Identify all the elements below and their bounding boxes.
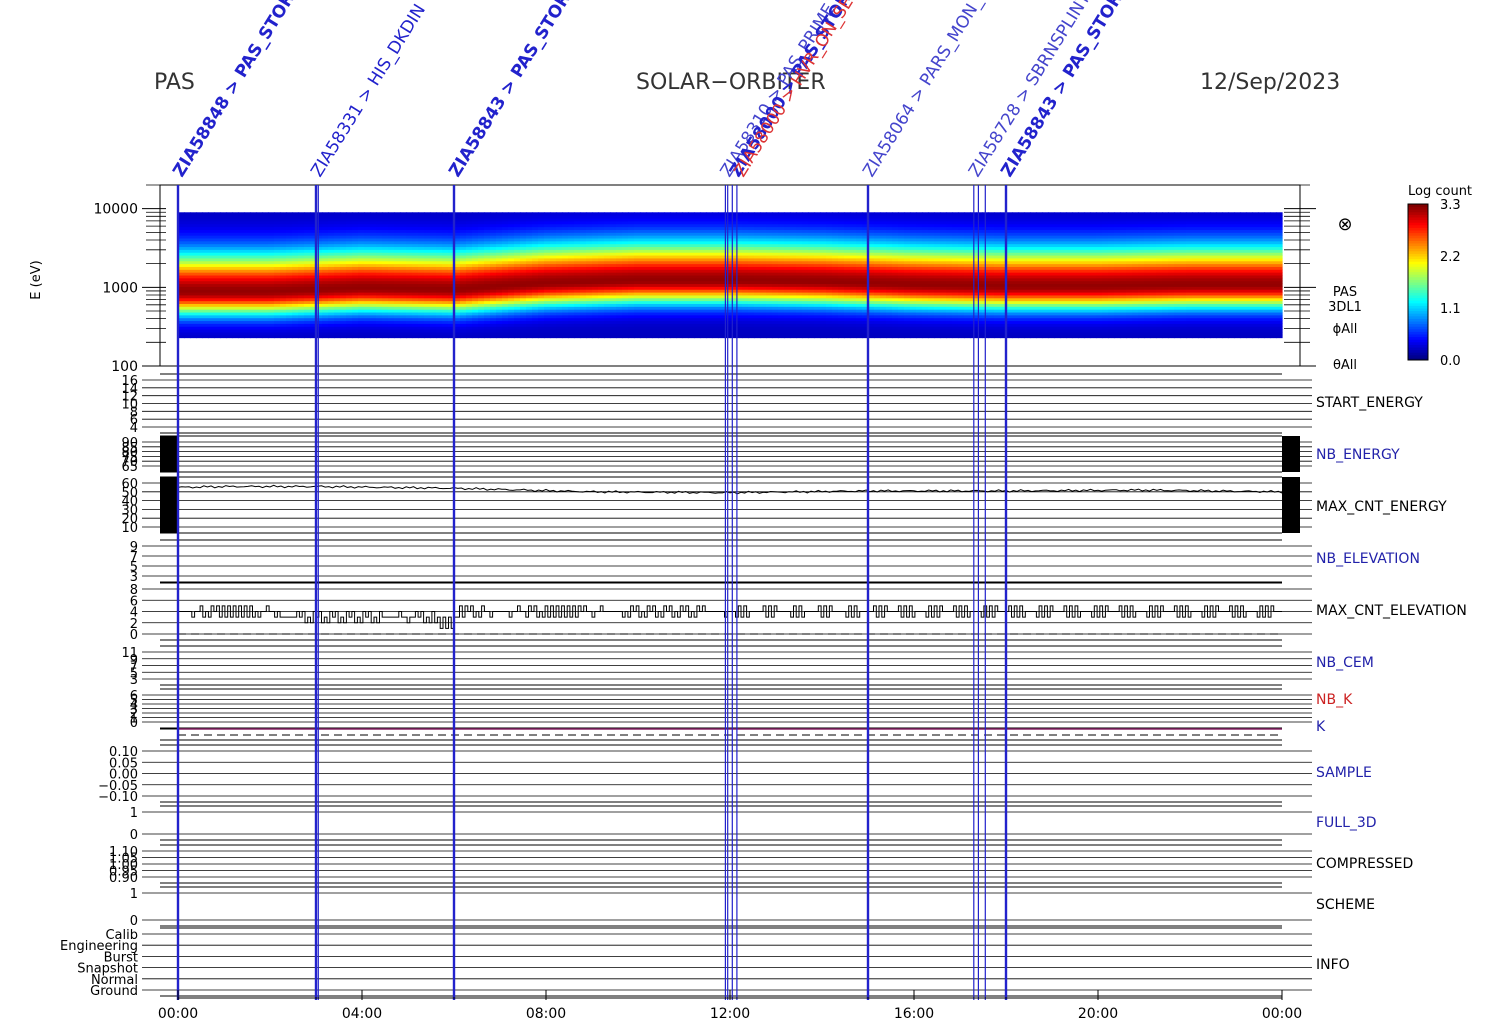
max-cnt-energy-line [177,484,1283,495]
panel-tick-label: 0 [130,828,138,843]
panel-label-start-energy: START_ENERGY [1316,395,1423,411]
panel-label-nb-cem: NB_CEM [1316,655,1374,671]
panel-tick-label: −0.10 [98,790,138,805]
colorbar-tick-label: 1.1 [1440,302,1461,317]
panel-tick-label: 1 [130,887,138,902]
panel-label-nb-energy: NB_ENERGY [1316,447,1400,463]
panel-label-max-cnt-elevation: MAX_CNT_ELEVATION [1316,603,1467,619]
spectrogram-side-label: PAS [1333,285,1357,300]
x-axis-tick-label: 00:00 [1262,1006,1302,1020]
panel-label-scheme: SCHEME [1316,897,1375,913]
panel-edge-block-right [1282,477,1300,533]
panel-tick-label: 0 [130,914,138,929]
spectrogram-ytick-label: 10000 [93,202,138,218]
colorbar [1408,204,1428,361]
spectrogram-ytick-label: 1000 [102,280,138,296]
panel-label-k: K [1316,719,1326,735]
x-axis-tick-label: 04:00 [342,1006,382,1020]
panel-tick-label: 65 [121,460,138,475]
spectrogram-side-label: ϕAll [1333,322,1358,337]
panel-tick-label: Ground [90,984,138,999]
plot-canvas: 100001000100E (eV)⊗PAS3DL1ϕAllθAllLog co… [29,0,1472,1020]
colorbar-title: Log count [1408,184,1472,199]
x-axis-tick-label: 12:00 [710,1006,750,1020]
spectrogram-image [178,212,1283,339]
event-label: ZIA58843 > PAS_STORE [445,0,581,181]
panel-tick-label: 3 [130,673,138,688]
panel-tick-label: 4 [130,421,138,436]
panel-label-compressed: COMPRESSED [1316,856,1413,872]
panel-tick-label: 1 [130,806,138,821]
panel-tick-label: 10 [121,521,138,536]
spectrogram-side-label: θAll [1333,358,1357,373]
panel-edge-block-right [1282,436,1300,472]
panel-label-max-cnt-energy: MAX_CNT_ENERGY [1316,499,1447,515]
colorbar-tick-label: 0.0 [1440,354,1461,369]
x-axis-tick-label: 00:00 [158,1006,198,1020]
panel-label-nb-k: NB_K [1316,692,1353,708]
x-axis-tick-label: 20:00 [1078,1006,1118,1020]
event-label: ZIA58848 > PAS_STORE [169,0,305,181]
event-label: ZIA58331 > HIS_DKDIN [307,1,430,181]
panel-edge-block [160,436,178,472]
panel-tick-label: 0 [130,716,138,731]
event-label: ZIA58064 > PARS_MON_ [859,0,987,181]
x-axis-tick-label: 16:00 [894,1006,934,1020]
panel-tick-label: 0 [130,628,138,643]
colorbar-tick-label: 2.2 [1440,250,1461,265]
x-axis-tick-label: 08:00 [526,1006,566,1020]
spectrogram-side-label: 3DL1 [1328,300,1362,315]
colorbar-tick-label: 3.3 [1440,198,1461,213]
spectrogram-ylabel: E (eV) [29,260,44,299]
panel-tick-label: 0.90 [109,871,138,886]
panel-label-full-3d: FULL_3D [1316,815,1377,831]
panel-label-nb-elevation: NB_ELEVATION [1316,551,1420,567]
max-cnt-elevation-line [178,605,1282,629]
spectrogram-ytick-label: 100 [111,359,138,375]
spectrogram-side-symbol: ⊗ [1337,214,1352,235]
panel-label-sample: SAMPLE [1316,765,1372,781]
panel-label-info: INFO [1316,957,1350,973]
panel-edge-block [160,477,178,533]
